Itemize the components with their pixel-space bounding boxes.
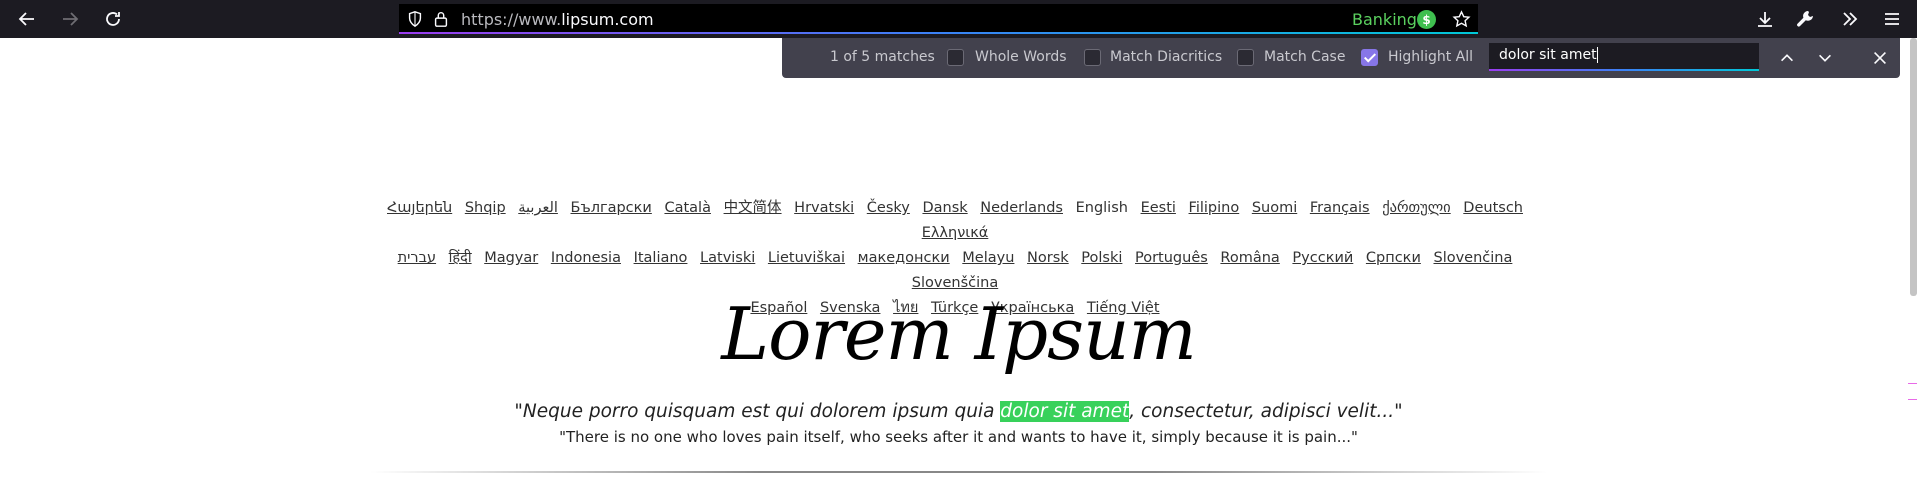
highlight-all-checkbox[interactable] xyxy=(1361,49,1378,66)
language-link[interactable]: Indonesia xyxy=(551,250,621,266)
language-link[interactable]: Português xyxy=(1135,250,1208,266)
browser-toolbar: https://www.lipsum.com Banking $ xyxy=(0,0,1917,38)
language-link[interactable]: Filipino xyxy=(1189,200,1240,216)
reload-icon[interactable] xyxy=(99,5,127,33)
bookmark-star-icon[interactable] xyxy=(1451,9,1471,29)
language-link[interactable]: Hrvatski xyxy=(794,200,854,216)
find-highlight-match: dolor sit amet xyxy=(1000,401,1130,422)
find-previous-chevron-up-icon[interactable] xyxy=(1775,46,1799,70)
language-link[interactable]: Polski xyxy=(1081,250,1122,266)
english-translation: "There is no one who loves pain itself, … xyxy=(559,428,1358,446)
page-title: Lorem Ipsum xyxy=(721,292,1196,376)
match-diacritics-label[interactable]: Match Diacritics xyxy=(1110,49,1222,65)
whole-words-label[interactable]: Whole Words xyxy=(975,49,1067,65)
language-link[interactable]: Româna xyxy=(1220,250,1279,266)
language-link[interactable]: Latviski xyxy=(700,250,755,266)
language-link[interactable]: Magyar xyxy=(484,250,538,266)
language-link[interactable]: ქართული xyxy=(1382,200,1450,216)
banking-label[interactable]: Banking xyxy=(1352,10,1417,29)
find-input[interactable]: dolor sit amet xyxy=(1489,43,1759,71)
match-case-label[interactable]: Match Case xyxy=(1264,49,1345,65)
wrench-icon[interactable] xyxy=(1791,5,1819,33)
find-next-chevron-down-icon[interactable] xyxy=(1813,46,1837,70)
language-link[interactable]: Melayu xyxy=(962,250,1014,266)
language-current: English xyxy=(1075,200,1128,216)
language-link[interactable]: Norsk xyxy=(1027,250,1069,266)
quote-text-after: , consectetur, adipisci velit..." xyxy=(1129,401,1403,422)
match-diacritics-checkbox[interactable] xyxy=(1084,49,1101,66)
overflow-chevrons-icon[interactable] xyxy=(1836,5,1864,33)
forward-arrow-icon[interactable] xyxy=(56,5,84,33)
language-link[interactable]: Català xyxy=(664,200,711,216)
back-arrow-icon[interactable] xyxy=(13,5,41,33)
url-host: lipsum.com xyxy=(561,10,654,29)
match-case-checkbox[interactable] xyxy=(1237,49,1254,66)
shield-icon[interactable] xyxy=(405,9,425,29)
language-link[interactable]: македонски xyxy=(858,250,950,266)
close-find-bar-icon[interactable] xyxy=(1868,46,1892,70)
language-link[interactable]: العربية xyxy=(518,200,558,216)
find-bar: 1 of 5 matches Whole Words Match Diacrit… xyxy=(782,38,1900,78)
scroll-match-marker xyxy=(1908,399,1917,400)
highlight-all-label[interactable]: Highlight All xyxy=(1388,49,1473,65)
language-link[interactable]: Հայերեն xyxy=(387,200,452,216)
language-link[interactable]: Ελληνικά xyxy=(922,225,989,241)
url-prefix: https://www. xyxy=(461,10,562,29)
whole-words-checkbox[interactable] xyxy=(947,49,964,66)
language-link[interactable]: עברית xyxy=(398,250,436,266)
banking-dollar-icon[interactable]: $ xyxy=(1417,10,1436,29)
language-link[interactable]: 中文简体 xyxy=(724,200,782,216)
language-link[interactable]: Česky xyxy=(867,200,910,216)
language-link[interactable]: हिंदी xyxy=(449,250,472,266)
url-bar[interactable]: https://www.lipsum.com Banking $ xyxy=(399,4,1478,34)
language-link[interactable]: Eesti xyxy=(1141,200,1176,216)
url-text[interactable]: https://www.lipsum.com xyxy=(461,10,654,29)
scroll-match-marker xyxy=(1908,383,1917,384)
menu-icon[interactable] xyxy=(1878,5,1906,33)
quote-text-before: "Neque porro quisquam est qui dolorem ip… xyxy=(514,401,1001,422)
find-query-text: dolor sit amet xyxy=(1499,47,1597,63)
language-link[interactable]: Nederlands xyxy=(980,200,1063,216)
language-link[interactable]: Српски xyxy=(1366,250,1421,266)
language-link[interactable]: Slovenščina xyxy=(912,275,998,291)
divider xyxy=(370,471,1547,473)
language-link[interactable]: Français xyxy=(1310,200,1370,216)
match-status: 1 of 5 matches xyxy=(830,49,935,65)
language-link[interactable]: Shqip xyxy=(465,200,506,216)
lock-icon[interactable] xyxy=(431,9,451,29)
latin-quote: "Neque porro quisquam est qui dolorem ip… xyxy=(0,401,1917,422)
downloads-icon[interactable] xyxy=(1751,5,1779,33)
language-link[interactable]: Suomi xyxy=(1252,200,1297,216)
language-link[interactable]: Italiano xyxy=(634,250,688,266)
language-link[interactable]: Pусский xyxy=(1292,250,1353,266)
language-link[interactable]: Slovenčina xyxy=(1433,250,1512,266)
language-link[interactable]: Dansk xyxy=(922,200,967,216)
language-link[interactable]: Deutsch xyxy=(1463,200,1523,216)
language-link[interactable]: Lietuviškai xyxy=(768,250,845,266)
language-link[interactable]: Български xyxy=(571,200,652,216)
page-scrollbar[interactable] xyxy=(1910,38,1917,296)
text-caret xyxy=(1596,47,1598,63)
